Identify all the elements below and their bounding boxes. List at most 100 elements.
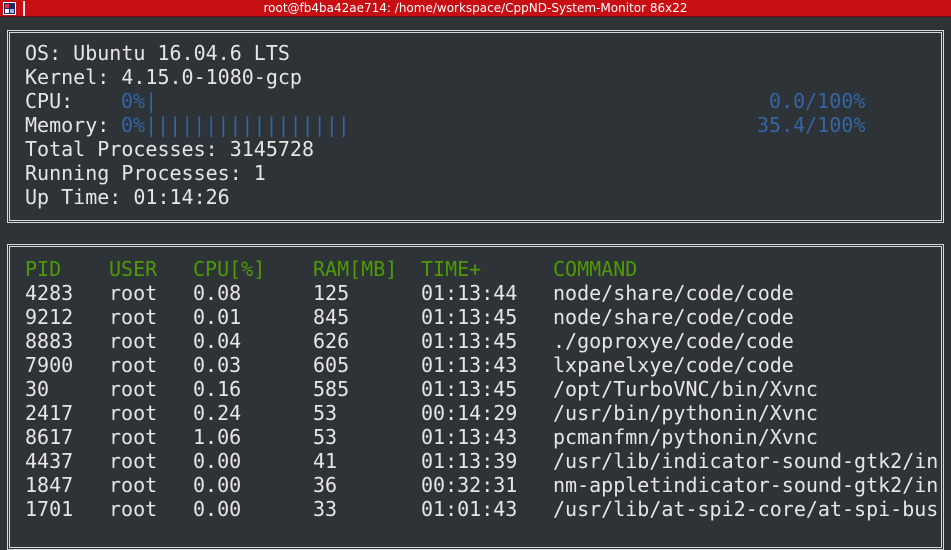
column-header-ram: RAM[MB] [313,257,398,281]
process-user: root [109,281,158,305]
process-cpu: 0.04 [193,329,242,353]
process-table-header: PID USER CPU[%] RAM[MB] TIME+ COMMAND [0,257,951,281]
uptime-line: Up Time: 01:14:26 [25,185,230,209]
process-user: root [109,401,158,425]
process-command: node/share/code/code [553,281,794,305]
process-ram: 53 [313,425,338,449]
process-time: 01:01:43 [421,497,518,521]
process-cpu: 0.00 [193,497,242,521]
process-user: root [109,329,158,353]
process-cpu: 0.01 [193,305,242,329]
table-row: 1701 root 0.00 33 01:01:43/usr/lib/at-spi2-c… [0,497,951,521]
table-row: 9212 root 0.01 845 01:13:45 node/share/code/c… [0,305,951,329]
running-processes-label: Running Processes: [25,161,254,185]
os-label: OS: [25,41,74,65]
process-time: 01:13:44 [421,281,518,305]
process-command: /opt/TurboVNC/bin/Xvnc [553,377,818,401]
total-processes-value: 3145728 [229,137,314,161]
table-row: 4283 root 0.08 125 01:13:44 node/share/code/c… [0,281,951,305]
process-ram: 53 [313,401,338,425]
process-ram: 36 [313,473,338,497]
cpu-usage-percent: 0.0/100% [769,89,866,113]
process-pid: 1701 [25,497,74,521]
process-cpu: 0.00 [193,449,242,473]
process-user: root [109,473,158,497]
process-time: 00:14:29 [421,401,518,425]
process-user: root [109,449,158,473]
process-command: /usr/lib/indicator-sound-gtk2/in [553,449,939,473]
process-command: lxpanelxye/code/code [553,353,794,377]
memory-usage-percent: 35.4/100% [757,113,866,137]
terminal-view[interactable]: OS: Ubuntu 16.04.6 LTS Kernel: 4.15.0-10… [0,17,951,550]
process-ram: 845 [313,305,350,329]
process-ram: 41 [313,449,338,473]
process-pid: 8883 [25,329,74,353]
column-header-user: USER [109,257,158,281]
os-value: Ubuntu 16.04.6 LTS [73,41,290,65]
process-time: 01:13:43 [421,425,518,449]
process-pid: 1847 [25,473,74,497]
table-row: 7900 root 0.03 605 01:13:43 lxpanelxye/code/c… [0,353,951,377]
process-command: /usr/bin/pythonin/Xvnc [553,401,818,425]
process-cpu: 0.16 [193,377,242,401]
kernel-line: Kernel: 4.15.0-1080-gcp [25,65,302,89]
os-line: OS: Ubuntu 16.04.6 LTS [25,41,290,65]
running-processes-line: Running Processes: 1 [25,161,266,185]
process-cpu: 0.08 [193,281,242,305]
process-pid: 4437 [25,449,74,473]
cpu-label: CPU: [25,89,86,113]
column-header-command: COMMAND [553,257,638,281]
process-pid: 9212 [25,305,74,329]
window-title: root@fb4ba42ae714: /home/workspace/CppND… [263,1,688,15]
process-user: root [109,425,158,449]
process-ram: 585 [313,377,350,401]
process-command: ./goproxye/code/code [553,329,794,353]
process-time: 01:13:45 [421,377,518,401]
process-cpu: 1.06 [193,425,242,449]
total-processes-line: Total Processes: 3145728 [25,137,314,161]
process-command: node/share/code/code [553,305,794,329]
column-header-cpu: CPU[%] [193,257,266,281]
process-user: root [109,353,158,377]
total-processes-label: Total Processes: [25,137,230,161]
process-pid: 4283 [25,281,74,305]
process-cpu: 0.24 [193,401,242,425]
process-ram: 605 [313,353,350,377]
uptime-value: 01:14:26 [133,185,230,209]
process-time: 01:13:45 [421,305,518,329]
process-pid: 30 [25,377,50,401]
table-row: 8883 root 0.04 626 01:13:45 ./goproxye/code/c… [0,329,951,353]
process-pid: 8617 [25,425,74,449]
running-processes-value: 1 [253,161,266,185]
column-header-pid: PID [25,257,62,281]
table-row: 1847 root 0.00 36 00:32:31 nm-appletindicator… [0,473,951,497]
process-time: 00:32:31 [421,473,518,497]
table-row: 8617 root 1.06 53 01:13:43 pcmanfmn/pythonin/… [0,425,951,449]
window-titlebar[interactable]: root@fb4ba42ae714: /home/workspace/CppND… [0,0,951,17]
column-header-time: TIME+ [421,257,482,281]
process-ram: 33 [313,497,338,521]
table-row: 4437 root 0.00 41 01:13:39/usr/lib/indicator… [0,449,951,473]
table-row: 2417 root 0.24 53 00:14:29/usr/bin/pythonin/… [0,401,951,425]
process-pid: 7900 [25,353,74,377]
memory-label: Memory: [25,113,122,137]
process-cpu: 0.00 [193,473,242,497]
process-time: 01:13:45 [421,329,518,353]
process-command: nm-appletindicator-sound-gtk2/in [553,473,939,497]
process-pid: 2417 [25,401,74,425]
process-command: pcmanfmn/pythonin/Xvnc [553,425,818,449]
process-cpu: 0.03 [193,353,242,377]
kernel-label: Kernel: [25,65,122,89]
cpu-usage-bar: 0%| [121,89,158,113]
process-ram: 125 [313,281,350,305]
process-time: 01:13:43 [421,353,518,377]
memory-usage-bar: 0%||||||||||||||||| [121,113,350,137]
process-user: root [109,305,158,329]
process-ram: 626 [313,329,350,353]
process-command: /usr/lib/at-spi2-core/at-spi-bus [553,497,939,521]
process-time: 01:13:39 [421,449,518,473]
process-user: root [109,377,158,401]
table-row: 30 root 0.16 585 01:13:45/opt/TurboVNC/bin/X… [0,377,951,401]
process-user: root [109,497,158,521]
kernel-value: 4.15.0-1080-gcp [121,65,302,89]
